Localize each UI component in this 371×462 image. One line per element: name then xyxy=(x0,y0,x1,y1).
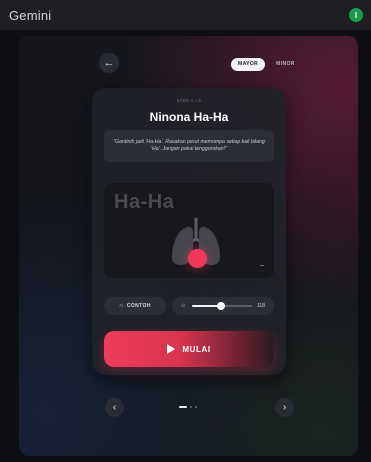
headphones-icon: ∩ xyxy=(119,303,124,309)
visual-word: Ha-Ha xyxy=(114,191,175,213)
lesson-title: Ninona Ha-Ha xyxy=(149,110,229,124)
start-button[interactable]: MULAI xyxy=(104,331,274,367)
chevron-left-icon: ‹ xyxy=(112,402,117,413)
tempo-slider[interactable]: ⊖ 118 xyxy=(172,297,274,315)
page-dot[interactable] xyxy=(190,406,192,408)
start-label: MULAI xyxy=(182,344,211,354)
pagination-dots xyxy=(179,406,197,408)
chevron-right-icon: › xyxy=(282,402,287,413)
tempo-value: 118 xyxy=(257,303,265,309)
tempo-thumb[interactable] xyxy=(217,302,225,310)
play-icon xyxy=(167,344,176,354)
mode-major-button[interactable]: MAYOR xyxy=(231,57,266,71)
step-label: STEP 1 / 3 xyxy=(176,98,202,103)
arrow-left-icon: ← xyxy=(103,57,115,69)
tempo-track[interactable] xyxy=(192,302,252,310)
instruction-text: "Gantinih jadi 'Ha-Ha'. Rasakan perut me… xyxy=(104,130,274,162)
previous-button[interactable]: ‹ xyxy=(105,398,124,417)
app-stage: ← MAYOR MINOR STEP 1 / 3 Ninona Ha-Ha "G… xyxy=(19,36,358,456)
sample-label: CONTOH xyxy=(126,303,151,309)
app-title: Gemini xyxy=(9,7,52,23)
breath-indicator xyxy=(188,249,207,268)
mode-toggle: MAYOR MINOR xyxy=(231,57,302,71)
tempo-minus-icon[interactable]: ⊖ xyxy=(181,303,185,309)
page-dot[interactable] xyxy=(179,406,187,408)
title-bar: Gemini I xyxy=(0,0,371,30)
page-dot[interactable] xyxy=(195,406,197,408)
avatar[interactable]: I xyxy=(349,8,363,22)
back-button[interactable]: ← xyxy=(99,53,119,73)
sample-button[interactable]: ∩ CONTOH xyxy=(104,297,166,315)
corner-mark xyxy=(260,265,264,266)
breathing-visual: Ha-Ha xyxy=(104,183,274,278)
mode-minor-button[interactable]: MINOR xyxy=(269,58,302,71)
next-button[interactable]: › xyxy=(275,398,294,417)
exercise-card: STEP 1 / 3 Ninona Ha-Ha "Gantinih jadi '… xyxy=(92,88,286,375)
